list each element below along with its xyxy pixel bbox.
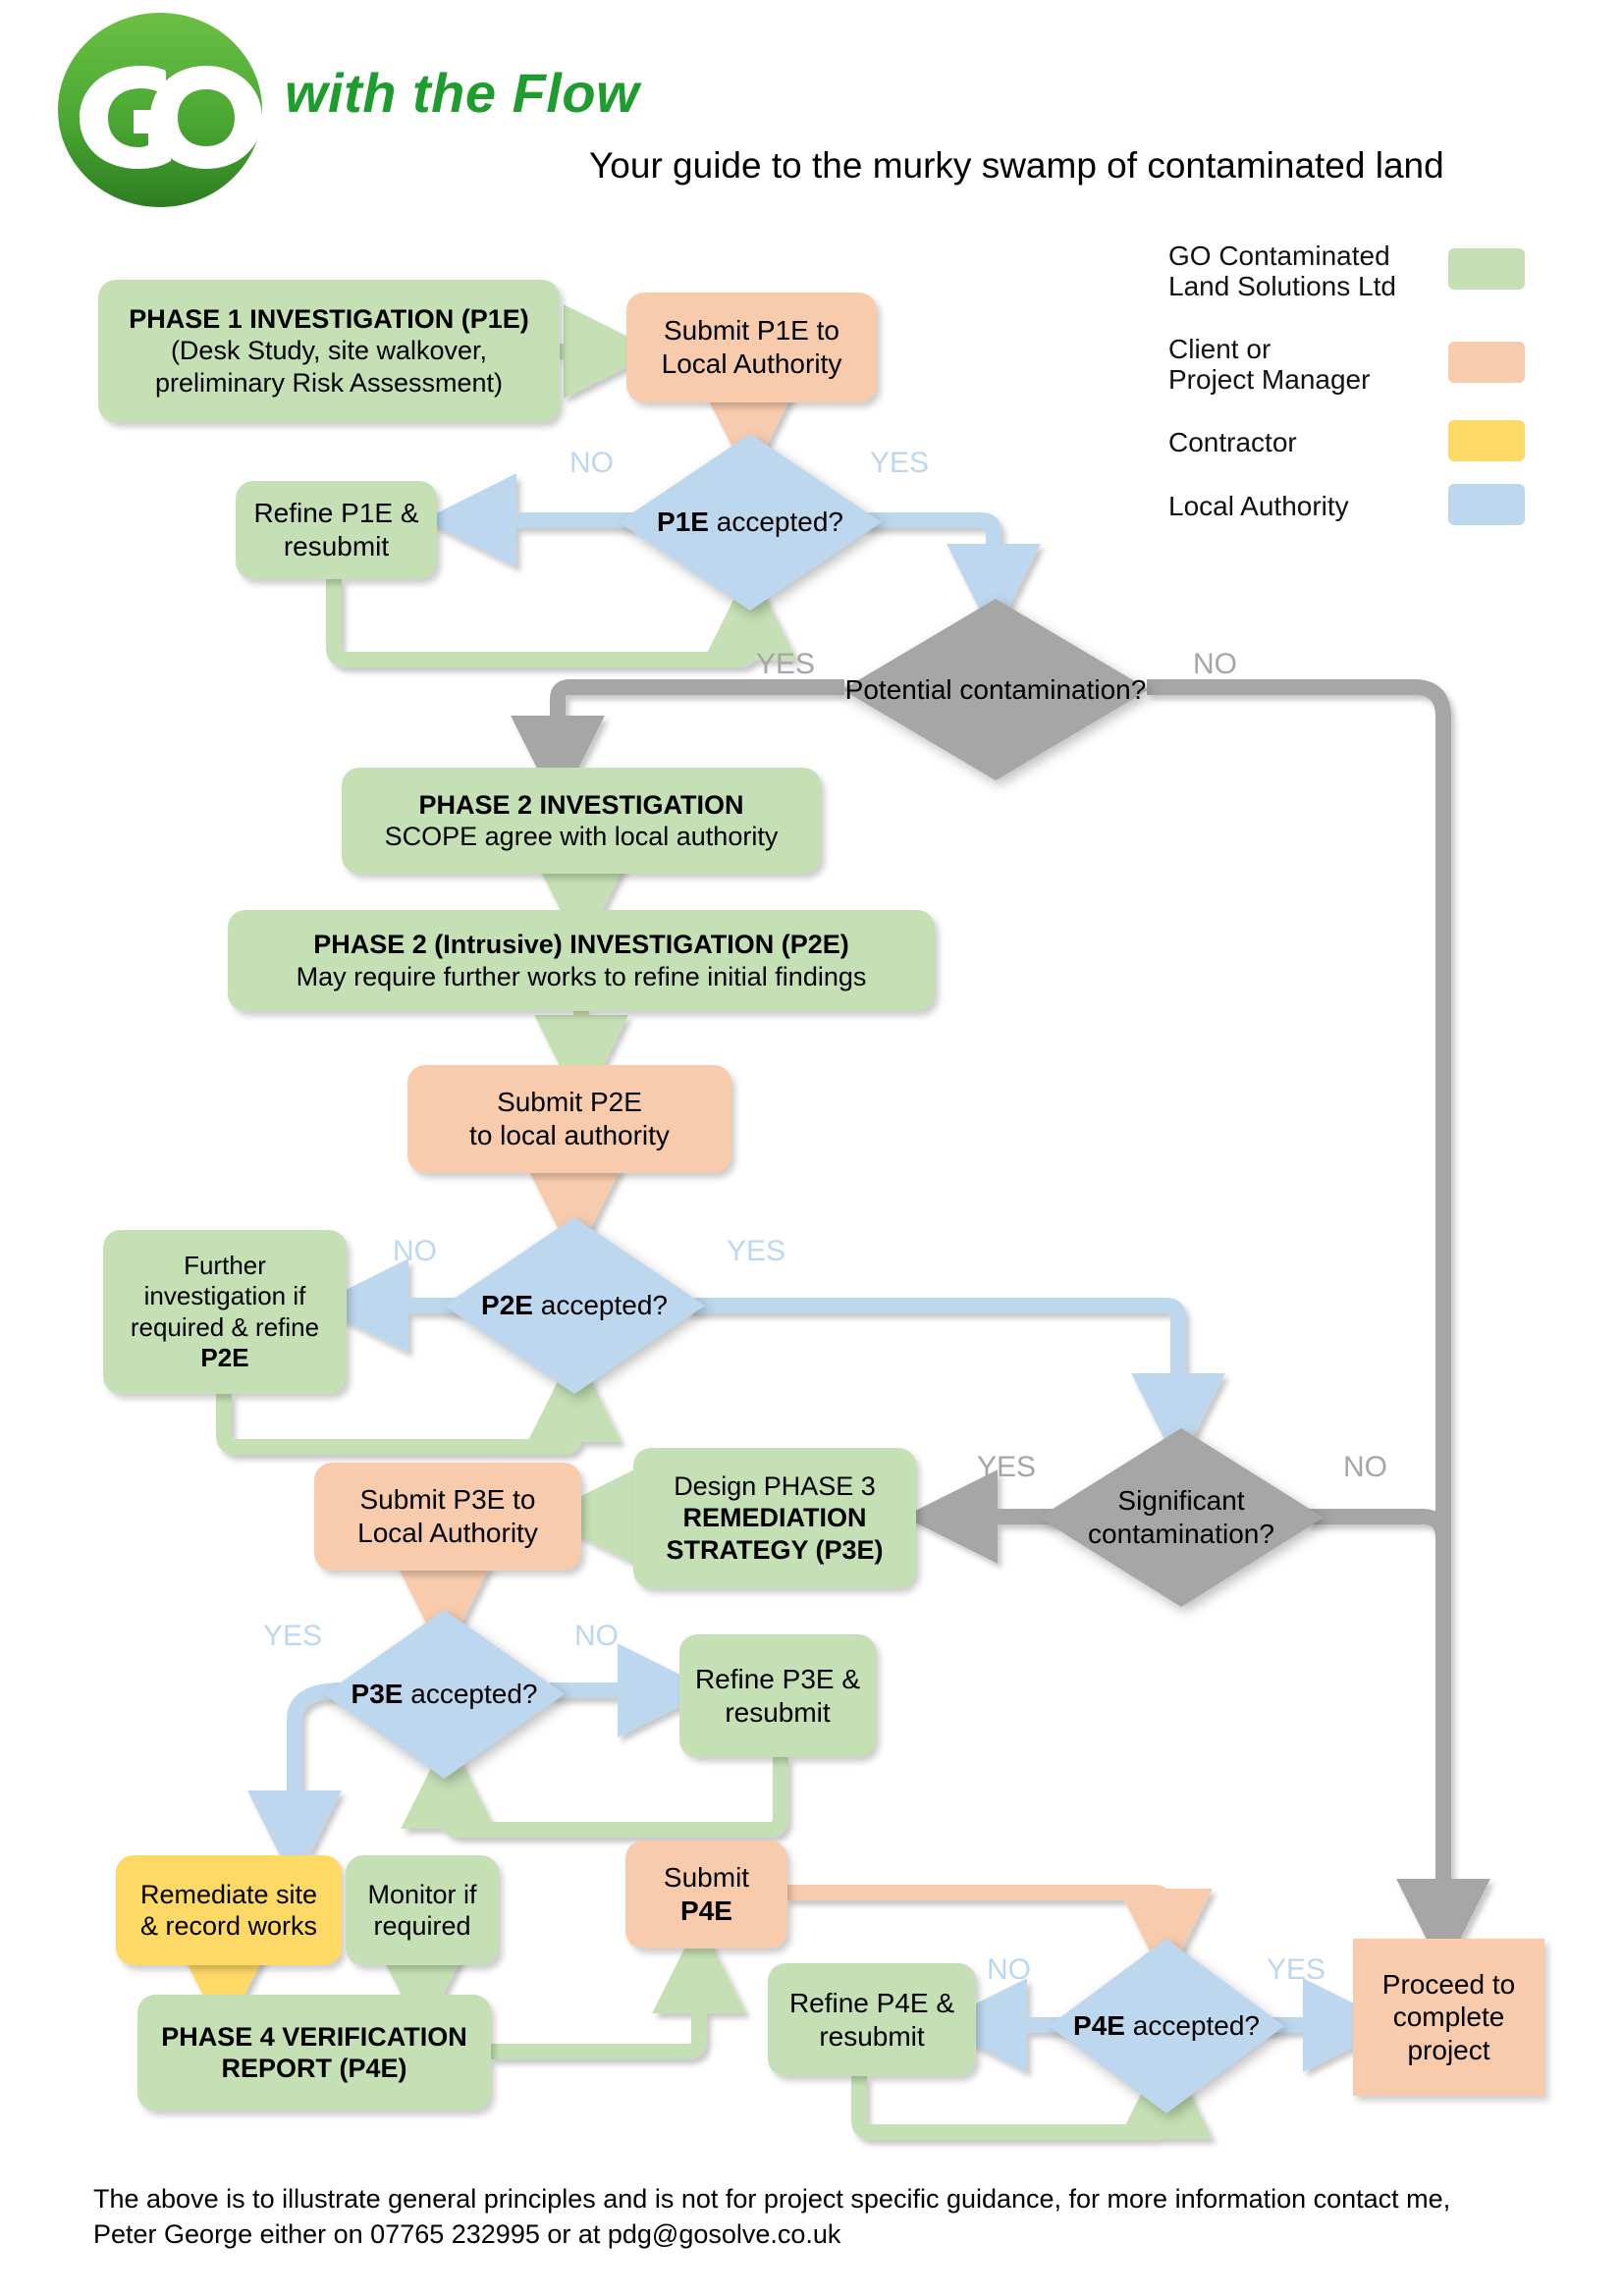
node-submit-p4e[interactable]: Submit P4E — [625, 1841, 787, 1949]
proceed-line2: complete — [1392, 2002, 1505, 2033]
legend-label-go: GO Contaminated Land Solutions Ltd — [1168, 240, 1396, 302]
edge-label-p3e-no: NO — [574, 1620, 619, 1652]
phase2-scope-line2: SCOPE agree with local authority — [384, 822, 779, 851]
proceed-line1: Proceed to — [1381, 1968, 1516, 2000]
edge-label-significant-yes: YES — [977, 1451, 1037, 1483]
p3e-accepted-line1: P3E — [351, 1679, 404, 1710]
refine-p3e-line1: Refine P3E & — [694, 1663, 861, 1694]
edge-label-potential-yes: YES — [756, 648, 816, 680]
p4e-accepted-line1: P4E — [1073, 2010, 1125, 2042]
flowchart-canvas: with the Flow Your guide to the murky sw… — [0, 0, 1623, 2296]
brand-title: with the Flow — [285, 62, 640, 124]
legend-label-client: Client or Project Manager — [1168, 334, 1371, 396]
submit-p2e-line1: Submit P2E — [497, 1087, 642, 1118]
go-logo-icon — [58, 13, 262, 207]
phase2-intrusive-line1: PHASE 2 (Intrusive) INVESTIGATION (P2E) — [313, 930, 849, 960]
monitor-line1: Monitor if — [367, 1879, 477, 1909]
node-submit-p3e[interactable]: Submit P3E to Local Authority — [314, 1463, 581, 1571]
edge-label-p4e-yes: YES — [1267, 1953, 1326, 1986]
node-refine-p3e[interactable]: Refine P3E & resubmit — [679, 1634, 876, 1757]
p4e-accepted-line2: accepted? — [1132, 2010, 1260, 2042]
node-refine-p4e[interactable]: Refine P4E & resubmit — [768, 1963, 976, 2076]
edge-label-significant-no: NO — [1343, 1451, 1387, 1483]
phase1-line3: preliminary Risk Assessment) — [154, 367, 504, 398]
legend-swatch-go — [1448, 248, 1525, 290]
potential-contamination-line1: Potential — [844, 673, 952, 705]
phase4-line2: REPORT (P4E) — [221, 2054, 407, 2083]
decision-p3e-accepted[interactable]: P3E accepted? — [324, 1610, 565, 1779]
decision-significant-contamination[interactable]: Significant contamination? — [1039, 1428, 1324, 1607]
decision-potential-contamination[interactable]: Potential contamination? — [842, 599, 1149, 780]
phase2-intrusive-line2: May require further works to refine init… — [296, 961, 867, 991]
refine-p1e-line1: Refine P1E & — [253, 498, 419, 529]
legend-swatch-local-authority — [1448, 484, 1525, 525]
phase1-line2: (Desk Study, site walkover, — [170, 336, 488, 366]
node-design-phase-3[interactable]: Design PHASE 3 REMEDIATION STRATEGY (P3E… — [633, 1448, 916, 1588]
refine-p4e-line2: resubmit — [819, 2020, 925, 2052]
submit-p3e-line1: Submit P3E to — [359, 1484, 536, 1516]
node-remediate-site[interactable]: Remediate site & record works — [116, 1855, 342, 1965]
node-proceed-complete-project[interactable]: Proceed to complete project — [1353, 1939, 1544, 2096]
decision-p4e-accepted[interactable]: P4E accepted? — [1049, 1939, 1284, 2113]
submit-p1e-line1: Submit P1E to — [664, 315, 839, 347]
node-submit-p2e[interactable]: Submit P2E to local authority — [407, 1065, 731, 1173]
remediate-site-line1: Remediate site — [139, 1879, 318, 1909]
edge-label-p1e-yes: YES — [870, 447, 930, 479]
submit-p4e-line2: P4E — [680, 1896, 732, 1926]
phase4-line1: PHASE 4 VERIFICATION — [161, 2021, 467, 2052]
node-phase-4-report[interactable]: PHASE 4 VERIFICATION REPORT (P4E) — [137, 1995, 491, 2110]
remediate-site-line2: & record works — [139, 1911, 318, 1941]
edge-label-potential-no: NO — [1193, 648, 1237, 680]
decision-p1e-accepted[interactable]: P1E accepted? — [619, 434, 882, 611]
p3e-accepted-line2: accepted? — [410, 1679, 538, 1710]
further-investigation-line1: Further — [184, 1251, 266, 1281]
submit-p2e-line2: to local authority — [469, 1120, 670, 1150]
p2e-accepted-line2: accepted? — [540, 1290, 668, 1321]
p1e-accepted-line1: P1E — [657, 507, 709, 538]
design-phase3-line3: STRATEGY (P3E) — [666, 1534, 884, 1565]
refine-p4e-line1: Refine P4E & — [788, 1987, 955, 2018]
legend-swatch-contractor — [1448, 420, 1525, 461]
further-investigation-line2: investigation if — [143, 1281, 306, 1311]
edge-label-p4e-no: NO — [987, 1953, 1031, 1986]
legend-label-contractor: Contractor — [1168, 427, 1297, 457]
node-phase-2-scope[interactable]: PHASE 2 INVESTIGATION SCOPE agree with l… — [342, 768, 821, 874]
edge-label-p2e-no: NO — [393, 1235, 437, 1267]
phase1-line1: PHASE 1 INVESTIGATION (P1E) — [129, 303, 529, 334]
edge-label-p1e-no: NO — [569, 447, 614, 479]
page-subtitle: Your guide to the murky swamp of contami… — [589, 145, 1444, 186]
monitor-line2: required — [373, 1911, 471, 1941]
further-investigation-line4: P2E — [200, 1342, 249, 1372]
phase2-scope-line1: PHASE 2 INVESTIGATION — [418, 789, 744, 820]
design-phase3-line2: REMEDIATION — [682, 1503, 867, 1533]
node-phase-2-intrusive[interactable]: PHASE 2 (Intrusive) INVESTIGATION (P2E) … — [228, 910, 935, 1011]
legend-label-local-authority: Local Authority — [1168, 491, 1349, 521]
decision-p2e-accepted[interactable]: P2E accepted? — [444, 1217, 705, 1394]
significant-contamination-line1: Significant — [1117, 1485, 1245, 1517]
p1e-accepted-line2: accepted? — [716, 507, 843, 538]
node-monitor-if-required[interactable]: Monitor if required — [346, 1855, 499, 1965]
node-refine-p1e[interactable]: Refine P1E & resubmit — [236, 481, 437, 579]
go-logo — [47, 12, 273, 208]
potential-contamination-line2: contamination? — [959, 673, 1147, 705]
refine-p3e-line2: resubmit — [725, 1696, 831, 1728]
edge-label-p2e-yes: YES — [727, 1235, 786, 1267]
p2e-accepted-line1: P2E — [481, 1290, 533, 1321]
footer-disclaimer: The above is to illustrate general princ… — [93, 2184, 1451, 2250]
design-phase3-line1: Design PHASE 3 — [674, 1470, 876, 1501]
submit-p4e-line1: Submit — [663, 1862, 750, 1894]
node-submit-p1e[interactable]: Submit P1E to Local Authority — [626, 293, 877, 402]
submit-p1e-line2: Local Authority — [661, 348, 842, 379]
submit-p3e-line2: Local Authority — [357, 1518, 538, 1548]
node-further-investigation[interactable]: Further investigation if required & refi… — [103, 1230, 347, 1394]
proceed-line3: project — [1407, 2034, 1490, 2065]
further-investigation-line3: required & refine — [130, 1311, 320, 1342]
node-phase-1-investigation[interactable]: PHASE 1 INVESTIGATION (P1E) (Desk Study,… — [98, 280, 560, 422]
edge-label-p3e-yes: YES — [263, 1620, 323, 1652]
refine-p1e-line2: resubmit — [283, 531, 390, 561]
significant-contamination-line2: contamination? — [1088, 1519, 1274, 1549]
legend-swatch-client — [1448, 342, 1525, 383]
